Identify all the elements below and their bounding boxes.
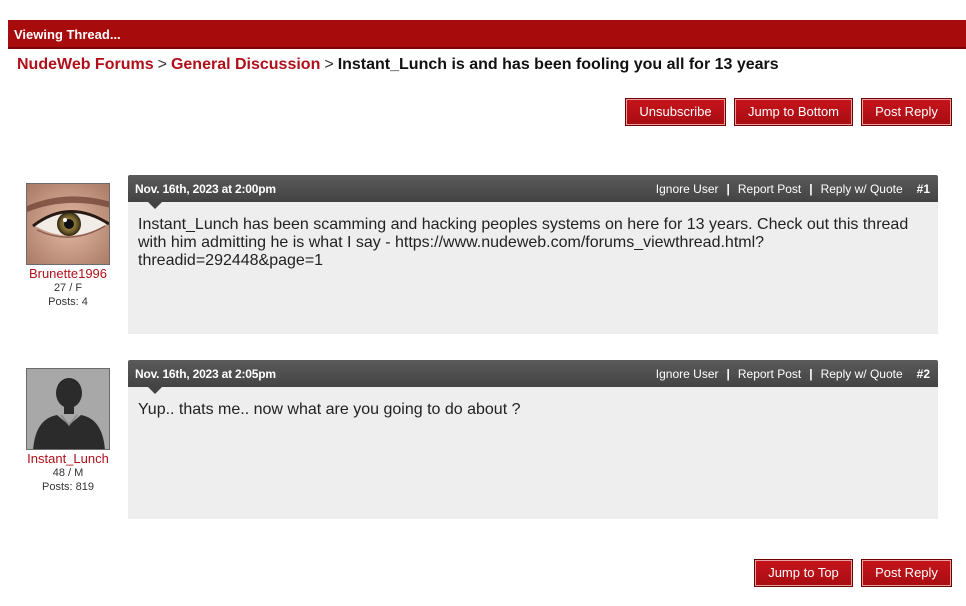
author-name[interactable]: Instant_Lunch	[18, 451, 118, 466]
action-divider: |	[809, 182, 813, 196]
avatar[interactable]	[26, 183, 110, 265]
ignore-user-link[interactable]: Ignore User	[656, 182, 719, 196]
breadcrumb-forum-link[interactable]: NudeWeb Forums	[17, 56, 154, 73]
post-header: Nov. 16th, 2023 at 2:00pm Ignore User | Re…	[128, 175, 938, 209]
report-post-link[interactable]: Report Post	[738, 182, 801, 196]
post-reply-button[interactable]: Post Reply	[861, 98, 952, 126]
header-title: Viewing Thread...	[14, 27, 121, 42]
action-divider: |	[726, 367, 730, 381]
breadcrumb-thread-title: Instant_Lunch is and has been fooling yo…	[337, 56, 779, 73]
reply-with-quote-link[interactable]: Reply w/ Quote	[821, 367, 903, 381]
header-arrow	[148, 202, 162, 209]
breadcrumb-separator: >	[157, 56, 167, 73]
author-name[interactable]: Brunette1996	[18, 266, 118, 281]
reply-with-quote-link[interactable]: Reply w/ Quote	[821, 182, 903, 196]
unsubscribe-button[interactable]: Unsubscribe	[625, 98, 726, 126]
post-header: Nov. 16th, 2023 at 2:05pm Ignore User | Re…	[128, 360, 938, 394]
breadcrumb: NudeWeb Forums > General Discussion > Instan…	[17, 56, 779, 74]
post-reply-button[interactable]: Post Reply	[861, 559, 952, 587]
post-date: Nov. 16th, 2023 at 2:05pm	[135, 367, 276, 381]
post-author: Brunette1996 27 / F Posts: 4	[18, 183, 118, 309]
post-content: Yup.. thats me.. now what are you going …	[128, 387, 938, 519]
post-number[interactable]: #2	[917, 367, 930, 381]
thread-header-bar: Viewing Thread...	[8, 20, 966, 49]
default-user-silhouette-icon	[27, 369, 109, 449]
ignore-user-link[interactable]: Ignore User	[656, 367, 719, 381]
author-post-count: Posts: 4	[48, 296, 88, 308]
post-body: Nov. 16th, 2023 at 2:05pm Ignore User | Re…	[128, 360, 938, 519]
author-age-sex: 27 / F	[53, 282, 83, 294]
breadcrumb-category-link[interactable]: General Discussion	[171, 56, 320, 73]
post-date: Nov. 16th, 2023 at 2:00pm	[135, 182, 276, 196]
action-divider: |	[809, 367, 813, 381]
header-arrow	[148, 387, 162, 394]
post-content: Instant_Lunch has been scamming and hack…	[128, 202, 938, 334]
author-age-sex: 48 / M	[52, 467, 84, 479]
post-actions: Ignore User | Report Post | Reply w/ Quote #2	[656, 367, 930, 381]
avatar[interactable]	[26, 368, 110, 450]
post-number[interactable]: #1	[917, 182, 930, 196]
post-actions: Ignore User | Report Post | Reply w/ Quote #1	[656, 182, 930, 196]
jump-to-bottom-button[interactable]: Jump to Bottom	[734, 98, 853, 126]
report-post-link[interactable]: Report Post	[738, 367, 801, 381]
post-body: Nov. 16th, 2023 at 2:00pm Ignore User | Re…	[128, 175, 938, 334]
author-post-count: Posts: 819	[42, 481, 94, 493]
breadcrumb-separator: >	[324, 56, 334, 73]
eye-photo-icon	[27, 184, 109, 264]
jump-to-top-button[interactable]: Jump to Top	[754, 559, 853, 587]
action-divider: |	[726, 182, 730, 196]
post-author: Instant_Lunch 48 / M Posts: 819	[18, 368, 118, 494]
